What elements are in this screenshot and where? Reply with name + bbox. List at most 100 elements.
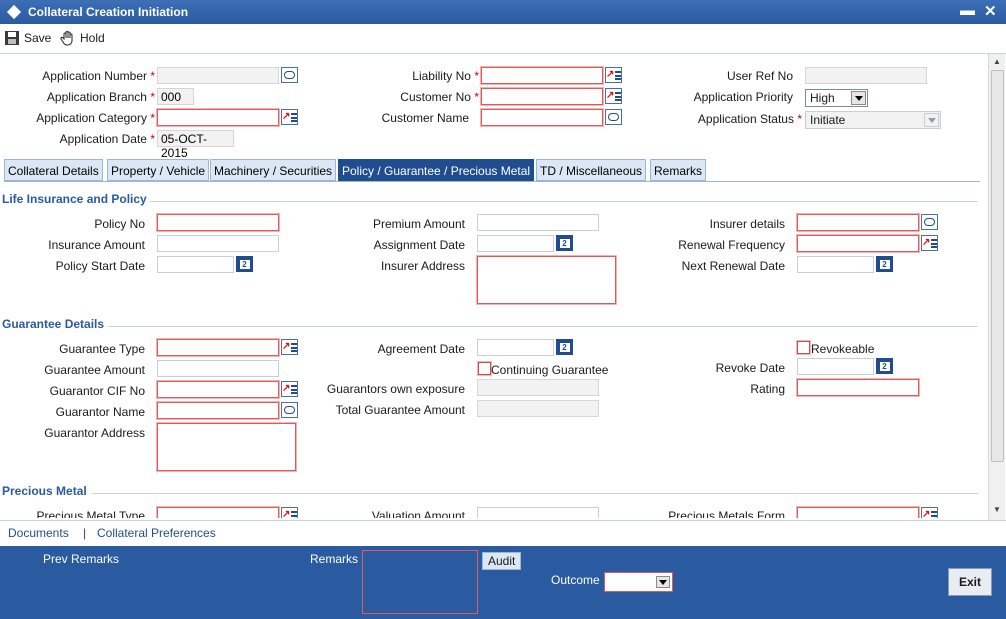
- guarantors-own-exposure-field[interactable]: [477, 379, 599, 396]
- insurer-details-comment-button[interactable]: [921, 214, 938, 230]
- application-status-label: Application Status *: [697, 112, 802, 126]
- customer-no-lov-button[interactable]: ↗: [605, 88, 622, 104]
- precious-metals-form-lov-button[interactable]: ↗: [921, 507, 938, 518]
- tab-property-vehicle[interactable]: Property / Vehicle: [107, 159, 210, 181]
- insurer-details-field[interactable]: [797, 214, 919, 231]
- valuation-amount-field[interactable]: [477, 507, 599, 518]
- application-category-lov-button[interactable]: ↗: [281, 109, 298, 125]
- exit-button[interactable]: Exit: [948, 568, 992, 596]
- assignment-date-field[interactable]: [477, 235, 554, 252]
- insurer-address-textarea[interactable]: [477, 256, 616, 304]
- collateral-preferences-link[interactable]: Collateral Preferences: [97, 526, 216, 540]
- application-number-field[interactable]: [157, 67, 279, 84]
- scroll-up-icon[interactable]: ▲: [993, 57, 1001, 66]
- outcome-select[interactable]: [604, 572, 673, 592]
- customer-name-comment-button[interactable]: [605, 109, 622, 125]
- customer-no-field[interactable]: [481, 88, 603, 105]
- premium-amount-field[interactable]: [477, 214, 599, 231]
- close-button[interactable]: ✕: [984, 2, 997, 20]
- policy-no-field[interactable]: [157, 214, 279, 231]
- guarantee-type-label: Guarantee Type: [59, 342, 145, 356]
- window-diamond-icon: [6, 4, 22, 20]
- policy-start-date-field[interactable]: [157, 256, 234, 273]
- guarantor-name-comment-button[interactable]: [281, 402, 298, 418]
- application-branch-field[interactable]: 000: [157, 88, 194, 105]
- hold-button[interactable]: Hold: [60, 30, 105, 46]
- rating-field[interactable]: [797, 379, 919, 396]
- guarantee-type-lov-button[interactable]: ↗: [281, 339, 298, 355]
- hand-icon: [60, 31, 73, 46]
- tab-collateral-details[interactable]: Collateral Details: [4, 159, 103, 181]
- liability-no-field[interactable]: [481, 67, 603, 84]
- insurer-details-label: Insurer details: [709, 217, 785, 231]
- lov-icon: ↗: [922, 237, 931, 248]
- application-number-comment-button[interactable]: [281, 67, 298, 83]
- next-renewal-date-field[interactable]: [797, 256, 874, 273]
- precious-metals-form-label: Precious Metals Form: [668, 509, 785, 518]
- bottom-panel: Prev Remarks Remarks Audit Outcome Exit: [0, 546, 1006, 619]
- renewal-frequency-label: Renewal Frequency: [678, 238, 785, 252]
- renewal-frequency-lov-button[interactable]: ↗: [921, 235, 938, 251]
- save-button[interactable]: Save: [4, 30, 51, 46]
- policy-start-date-calendar-button[interactable]: 2: [236, 256, 253, 272]
- remarks-textarea[interactable]: [362, 550, 478, 614]
- guarantor-address-textarea[interactable]: [157, 423, 296, 471]
- revoke-date-field[interactable]: [797, 358, 874, 375]
- scroll-down-icon[interactable]: ▼: [993, 505, 1001, 514]
- section-divider: [108, 326, 978, 327]
- total-guarantee-amount-field[interactable]: [477, 400, 599, 417]
- next-renewal-date-calendar-button[interactable]: 2: [876, 256, 893, 272]
- precious-metals-form-field[interactable]: [797, 507, 919, 518]
- revoke-date-label: Revoke Date: [715, 361, 785, 375]
- guarantor-cif-no-field[interactable]: [157, 381, 279, 398]
- window-title-bar: Collateral Creation Initiation ▬ ✕: [0, 0, 1006, 24]
- minimize-button[interactable]: ▬: [960, 2, 975, 19]
- remarks-label: Remarks: [310, 552, 359, 566]
- floppy-disk-icon: [5, 31, 19, 45]
- revokeable-checkbox[interactable]: [797, 341, 810, 354]
- premium-amount-label: Premium Amount: [372, 217, 465, 231]
- scrollbar-thumb[interactable]: [991, 70, 1004, 462]
- comment-icon: [924, 218, 935, 226]
- application-category-field[interactable]: [157, 109, 279, 126]
- audit-tab[interactable]: Audit: [482, 552, 522, 570]
- precious-metal-type-lov-button[interactable]: ↗: [281, 507, 298, 518]
- lov-icon: ↗: [282, 111, 291, 122]
- guarantor-name-field[interactable]: [157, 402, 279, 419]
- vertical-scrollbar[interactable]: ▲ ▼: [988, 54, 1005, 520]
- section-divider: [92, 493, 978, 494]
- tab-td-miscellaneous[interactable]: TD / Miscellaneous: [536, 159, 647, 181]
- customer-no-label: Customer No *: [400, 90, 479, 104]
- guarantor-cif-no-lov-button[interactable]: ↗: [281, 381, 298, 397]
- section-divider: [150, 201, 978, 202]
- application-branch-label: Application Branch *: [46, 90, 155, 104]
- liability-no-label: Liability No *: [412, 69, 479, 83]
- customer-name-field[interactable]: [481, 109, 603, 126]
- renewal-frequency-field[interactable]: [797, 235, 919, 252]
- guarantee-type-field[interactable]: [157, 339, 279, 356]
- insurance-amount-field[interactable]: [157, 235, 279, 252]
- assignment-date-calendar-button[interactable]: 2: [556, 235, 573, 251]
- window-title: Collateral Creation Initiation: [28, 5, 189, 19]
- guarantee-amount-label: Guarantee Amount: [44, 363, 145, 377]
- application-status-select[interactable]: Initiate: [805, 111, 941, 129]
- precious-metal-section-title: Precious Metal: [2, 484, 87, 498]
- documents-link[interactable]: Documents: [8, 526, 69, 540]
- agreement-date-calendar-button[interactable]: 2: [556, 339, 573, 355]
- user-ref-no-field[interactable]: [805, 67, 927, 84]
- guarantor-name-label: Guarantor Name: [55, 405, 145, 419]
- continuing-guarantee-checkbox[interactable]: [478, 362, 491, 375]
- tab-remarks[interactable]: Remarks: [650, 159, 707, 181]
- tab-machinery-securities[interactable]: Machinery / Securities: [210, 159, 337, 181]
- application-date-field[interactable]: 05-OCT-2015: [157, 130, 234, 160]
- chevron-down-icon: [924, 113, 939, 127]
- tab-policy-guarantee-precious-metal[interactable]: Policy / Guarantee / Precious Metal: [338, 159, 535, 181]
- revoke-date-calendar-button[interactable]: 2: [876, 358, 893, 374]
- calendar-icon: 2: [878, 360, 891, 372]
- application-priority-select[interactable]: High: [805, 89, 868, 107]
- liability-no-lov-button[interactable]: ↗: [605, 67, 622, 83]
- guarantee-amount-field[interactable]: [157, 360, 279, 377]
- prev-remarks-label: Prev Remarks: [43, 552, 120, 566]
- precious-metal-type-field[interactable]: [157, 507, 279, 518]
- agreement-date-field[interactable]: [477, 339, 554, 356]
